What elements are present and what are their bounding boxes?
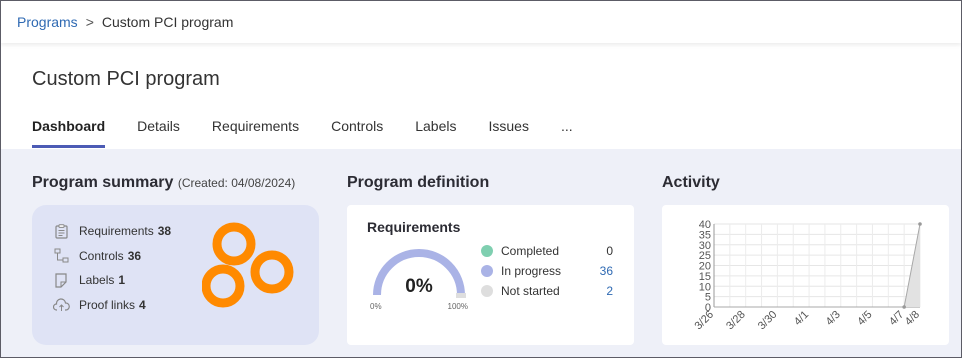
breadcrumb-current: Custom PCI program <box>101 14 234 30</box>
tab-issues[interactable]: Issues <box>488 118 528 148</box>
tab-more[interactable]: ... <box>561 118 573 148</box>
gauge-percent: 0% <box>405 276 433 297</box>
y-tick-label: 35 <box>699 229 711 241</box>
x-tick-label: 3/30 <box>756 309 780 333</box>
legend-item-in-progress: In progress 36 <box>481 261 613 281</box>
y-tick-label: 25 <box>699 250 711 262</box>
summary-label: Labels <box>79 273 115 288</box>
summary-rings-graphic <box>202 222 294 308</box>
breadcrumb: Programs > Custom PCI program <box>1 1 961 43</box>
program-summary-title: Program summary <box>32 174 174 191</box>
not-started-dot <box>481 285 493 297</box>
summary-label: Proof links <box>79 297 136 312</box>
activity-card: 0 5 10 15 20 25 30 35 40 3/26 3/28 3/30 4/1 4/3 4/5 4/7… <box>662 205 949 345</box>
gauge-max-label: 100% <box>448 302 468 311</box>
summary-count: 1 <box>118 273 126 288</box>
legend-label: In progress <box>501 264 562 278</box>
x-tick-label: 4/1 <box>792 309 811 328</box>
legend-label: Not started <box>501 284 560 298</box>
tab-requirements[interactable]: Requirements <box>212 118 299 148</box>
summary-item-controls: Controls 36 <box>52 244 171 269</box>
activity-point <box>918 222 922 226</box>
page-header: Custom PCI program Dashboard Details Req… <box>1 43 961 149</box>
breadcrumb-programs-link[interactable]: Programs <box>17 14 78 30</box>
summary-count: 36 <box>127 248 142 263</box>
y-tick-label: 20 <box>699 261 711 273</box>
completed-dot <box>481 245 493 257</box>
dashboard-body: Program summary (Created: 04/08/2024) Re… <box>1 149 961 357</box>
tab-bar: Dashboard Details Requirements Controls … <box>32 118 605 148</box>
in-progress-dot <box>481 265 493 277</box>
page-title: Custom PCI program <box>32 68 220 90</box>
summary-item-requirements: Requirements 38 <box>52 219 171 244</box>
hierarchy-icon <box>52 248 70 264</box>
x-tick-label: 4/5 <box>855 309 874 328</box>
cloud-upload-icon <box>52 297 70 313</box>
y-tick-label: 30 <box>699 240 711 252</box>
legend-label: Completed <box>501 244 560 258</box>
clipboard-icon <box>52 223 70 239</box>
summary-count: 4 <box>139 297 146 312</box>
legend-value-link[interactable]: 36 <box>597 264 613 278</box>
gauge-min-label: 0% <box>370 302 382 311</box>
app-frame: Programs > Custom PCI program Custom PCI… <box>0 0 962 358</box>
y-tick-label: 15 <box>699 271 711 283</box>
ring-left <box>202 264 245 308</box>
program-created-date: (Created: 04/08/2024) <box>177 176 296 190</box>
summary-count: 38 <box>157 224 172 239</box>
program-summary-heading: Program summary (Created: 04/08/2024) <box>32 174 295 192</box>
ring-top <box>212 222 256 266</box>
tab-details[interactable]: Details <box>137 118 180 148</box>
label-icon <box>52 272 70 288</box>
program-summary-card: Requirements 38 Controls 36 Labels 1 Pro… <box>32 205 319 345</box>
summary-label: Requirements <box>79 224 154 239</box>
y-tick-label: 5 <box>705 292 711 304</box>
requirements-card-title: Requirements <box>367 219 461 235</box>
legend-value: 0 <box>606 244 613 258</box>
ring-right <box>250 250 294 294</box>
activity-title: Activity <box>662 174 720 191</box>
y-tick-label: 40 <box>699 219 711 231</box>
activity-point <box>902 305 906 309</box>
summary-label: Controls <box>79 248 124 263</box>
tab-dashboard[interactable]: Dashboard <box>32 118 106 148</box>
y-tick-label: 10 <box>699 281 711 293</box>
activity-chart: 05101520253035403/26 3/28 3/30 4/1 4/3 4/5 4/7… <box>692 219 922 333</box>
legend-item-not-started: Not started 2 <box>481 281 613 301</box>
requirements-gauge: 0% 0% 100% <box>370 249 468 311</box>
breadcrumb-separator: > <box>85 14 94 30</box>
program-definition-title: Program definition <box>347 174 490 191</box>
summary-item-labels: Labels 1 <box>52 268 171 293</box>
tab-controls[interactable]: Controls <box>331 118 383 148</box>
x-tick-label: 4/3 <box>824 309 843 328</box>
legend-value-link[interactable]: 2 <box>597 284 613 298</box>
summary-list: Requirements 38 Controls 36 Labels 1 Pro… <box>52 219 171 317</box>
program-definition-card: Requirements 0% 0% 100% Completed 0 In p… <box>347 205 634 345</box>
requirements-legend: Completed 0 In progress 36 Not started 2 <box>481 241 613 301</box>
tab-labels[interactable]: Labels <box>415 118 456 148</box>
x-tick-label: 3/28 <box>724 309 748 333</box>
x-tick-label: 3/26 <box>692 309 716 333</box>
legend-item-completed: Completed 0 <box>481 241 613 261</box>
gauge-end-segment <box>456 293 466 298</box>
x-tick-label: 4/8 <box>903 309 922 328</box>
summary-item-proof-links: Proof links 4 <box>52 293 171 318</box>
